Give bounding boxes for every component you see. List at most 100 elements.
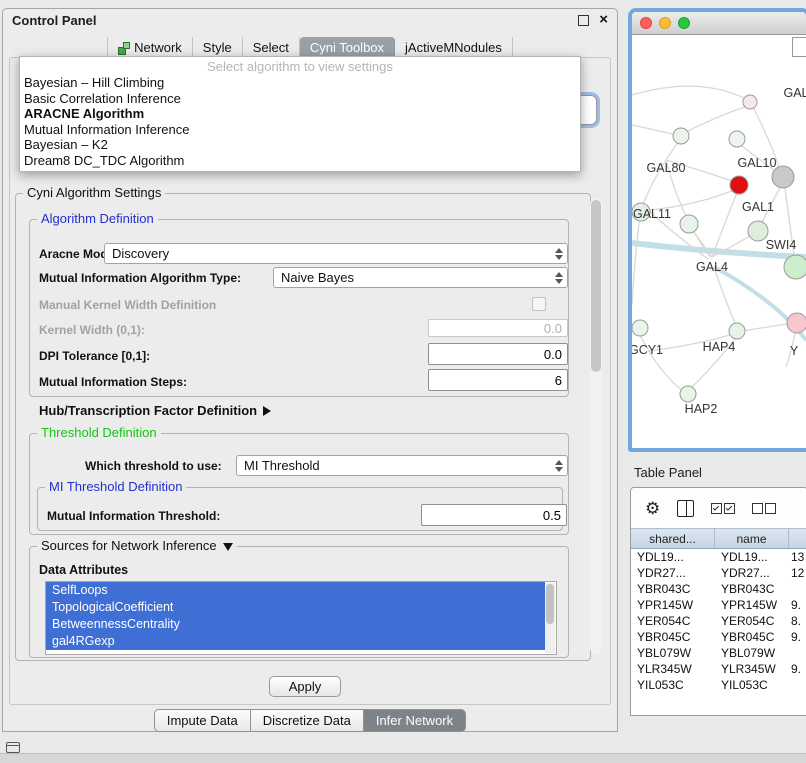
attribute-item-gal4rgexp[interactable]: gal4RGexp <box>46 633 545 650</box>
table-row[interactable]: YER054CYER054C8. <box>631 613 806 629</box>
select-all-icon[interactable] <box>711 503 735 514</box>
settings-scrollbar[interactable] <box>590 198 602 654</box>
attribute-item-topologicalcoefficient[interactable]: TopologicalCoefficient <box>46 599 545 616</box>
table-row[interactable]: YDR27...YDR27...12 <box>631 565 806 581</box>
mi-steps-input[interactable] <box>428 369 568 391</box>
table-cell: YDR27... <box>715 565 789 581</box>
table-row[interactable]: YBL079WYBL079W <box>631 645 806 661</box>
column-header-extra[interactable] <box>789 529 806 548</box>
hub-transcription-factor-section[interactable]: Hub/Transcription Factor Definition <box>39 403 271 418</box>
dpi-tolerance-input[interactable] <box>428 343 568 365</box>
network-node[interactable] <box>729 131 745 147</box>
control-panel-title: Control Panel <box>12 13 97 28</box>
network-view-window[interactable]: GAL80GAL10GAL1GAL11SWI4GAL4GCY1HAP4HAP2G… <box>628 8 806 452</box>
table-row[interactable]: YPR145WYPR145W9. <box>631 597 806 613</box>
algorithm-option-dream8-dc-tdc-algorithm[interactable]: Dream8 DC_TDC Algorithm <box>20 153 580 169</box>
combo-arrows-icon <box>554 460 563 472</box>
list-scrollbar-thumb[interactable] <box>546 584 554 624</box>
column-header-name[interactable]: name <box>715 529 789 548</box>
network-canvas[interactable]: GAL80GAL10GAL1GAL11SWI4GAL4GCY1HAP4HAP2G… <box>632 35 806 448</box>
sources-title[interactable]: Sources for Network Inference <box>37 538 237 553</box>
table-body: YDL19...YDL19...13YDR27...YDR27...12YBR0… <box>631 549 806 693</box>
network-node[interactable] <box>680 215 698 233</box>
data-attributes-list[interactable]: SelfLoopsTopologicalCoefficientBetweenne… <box>45 581 557 655</box>
mi-threshold-input[interactable] <box>421 504 567 526</box>
tab-label: Cyni Toolbox <box>310 40 384 55</box>
close-traffic-light-icon[interactable] <box>640 17 652 29</box>
table-cell: 12 <box>789 565 806 581</box>
table-cell: YBR045C <box>631 629 715 645</box>
table-cell: YBL079W <box>715 645 789 661</box>
node-label-swi4: SWI4 <box>766 238 797 252</box>
table-row[interactable]: YBR045CYBR045C9. <box>631 629 806 645</box>
manual-kernel-width-checkbox[interactable] <box>532 297 546 311</box>
attribute-item-betweennesscentrality[interactable]: BetweennessCentrality <box>46 616 545 633</box>
table-cell: YDL19... <box>631 549 715 565</box>
table-row[interactable]: YBR043CYBR043C <box>631 581 806 597</box>
columns-icon[interactable] <box>677 500 694 517</box>
network-node[interactable] <box>673 128 689 144</box>
zoom-traffic-light-icon[interactable] <box>678 17 690 29</box>
column-header-shared[interactable]: shared... <box>631 529 715 548</box>
network-node[interactable] <box>787 313 806 333</box>
attribute-item-selfloops[interactable]: SelfLoops <box>46 582 545 599</box>
tab-label: Style <box>203 40 232 55</box>
settings-scrollbar-thumb[interactable] <box>591 200 601 372</box>
table-cell: YER054C <box>631 613 715 629</box>
tab-label: jActiveMNodules <box>405 40 502 55</box>
which-threshold-value: MI Threshold <box>244 458 320 473</box>
table-row[interactable]: YLR345WYLR345W9. <box>631 661 806 677</box>
algorithm-option-mutual-information-inference[interactable]: Mutual Information Inference <box>20 122 580 138</box>
algorithm-dropdown-list[interactable]: Select algorithm to view settingsBayesia… <box>19 56 581 172</box>
apply-button[interactable]: Apply <box>269 676 341 697</box>
algorithm-option-basic-correlation-inference[interactable]: Basic Correlation Inference <box>20 91 580 107</box>
gear-icon[interactable]: ⚙ <box>645 500 660 517</box>
close-icon[interactable]: × <box>599 14 608 26</box>
deselect-all-icon[interactable] <box>752 503 776 514</box>
algorithm-option-bayesian-k2[interactable]: Bayesian – K2 <box>20 137 580 153</box>
table-cell: 9. <box>789 629 806 645</box>
kernel-width-input[interactable] <box>428 319 568 337</box>
list-scrollbar[interactable] <box>545 583 555 653</box>
network-node[interactable] <box>632 320 648 336</box>
table-row[interactable]: YDL19...YDL19...13 <box>631 549 806 565</box>
network-canvas-svg: GAL80GAL10GAL1GAL11SWI4GAL4GCY1HAP4HAP2G… <box>632 39 806 448</box>
kernel-width-label: Kernel Width (0,1): <box>39 323 145 337</box>
network-node[interactable] <box>729 323 745 339</box>
table-cell: 9. <box>789 661 806 677</box>
node-label-hap4: HAP4 <box>703 340 736 354</box>
manual-kernel-width-label: Manual Kernel Width Definition <box>39 298 216 312</box>
table-cell <box>789 581 806 597</box>
algorithm-option-bayesian-hill-climbing[interactable]: Bayesian – Hill Climbing <box>20 75 580 91</box>
mi-threshold-definition-title: MI Threshold Definition <box>45 479 186 494</box>
which-threshold-combo[interactable]: MI Threshold <box>236 455 568 476</box>
algorithm-option-aracne-algorithm[interactable]: ARACNE Algorithm <box>20 106 580 122</box>
control-panel-titlebar: Control Panel × <box>3 9 617 31</box>
network-node[interactable] <box>730 176 748 194</box>
float-window-icon[interactable] <box>578 15 589 26</box>
mi-algorithm-type-combo[interactable]: Naive Bayes <box>273 267 568 288</box>
data-attributes-label: Data Attributes <box>39 563 128 577</box>
node-label-gal: GAL <box>783 86 806 100</box>
tab-impute-data[interactable]: Impute Data <box>154 709 250 732</box>
table-cell <box>789 645 806 661</box>
table-cell: YBR043C <box>715 581 789 597</box>
network-window-titlebar[interactable] <box>632 12 806 35</box>
combo-arrows-icon <box>554 272 563 284</box>
table-cell: YDL19... <box>715 549 789 565</box>
aracne-mode-combo[interactable]: Discovery <box>104 243 568 264</box>
table-header-row[interactable]: shared...name <box>631 528 806 549</box>
network-node[interactable] <box>784 255 806 279</box>
node-label-gal1: GAL1 <box>742 200 774 214</box>
minimize-traffic-light-icon[interactable] <box>659 17 671 29</box>
tab-infer-network[interactable]: Infer Network <box>363 709 466 732</box>
tab-discretize-data[interactable]: Discretize Data <box>250 709 363 732</box>
restore-panel-icon[interactable] <box>6 742 20 753</box>
node-label-y: Y <box>790 344 799 358</box>
settings-group-title: Cyni Algorithm Settings <box>23 185 165 200</box>
network-node[interactable] <box>743 95 757 109</box>
network-node[interactable] <box>680 386 696 402</box>
table-row[interactable]: YIL053CYIL053C <box>631 677 806 693</box>
node-label-gal11: GAL11 <box>633 207 671 221</box>
table-cell: YBR045C <box>715 629 789 645</box>
